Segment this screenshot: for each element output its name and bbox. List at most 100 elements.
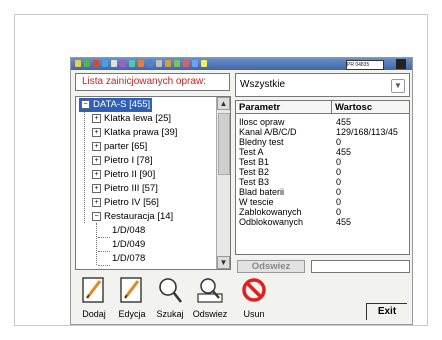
toolbar-icon[interactable] xyxy=(192,60,198,67)
table-row[interactable]: W tescie 0 xyxy=(236,197,409,207)
expand-icon[interactable]: + xyxy=(92,113,101,123)
toolbar-icon[interactable] xyxy=(102,60,108,67)
refresh-view-label: Odswiez xyxy=(192,309,228,319)
parameter-cell: Zablokowanych xyxy=(239,207,302,217)
keyboard-icon[interactable] xyxy=(396,59,406,69)
table-row[interactable]: Test B3 0 xyxy=(236,177,409,187)
status-field xyxy=(311,260,410,273)
tree-item[interactable]: + parter [65] xyxy=(92,140,147,154)
edit-label: Edycja xyxy=(118,309,146,319)
parameter-cell: Test B1 xyxy=(239,157,270,167)
scroll-thumb[interactable] xyxy=(218,113,230,175)
toolbar-icon[interactable] xyxy=(147,60,153,67)
delete-button[interactable]: Usun xyxy=(239,276,269,322)
scroll-down-icon[interactable]: ▼ xyxy=(217,256,230,269)
table-row[interactable]: Bledny test 0 xyxy=(236,137,409,147)
parameter-cell: Bledny test xyxy=(239,137,284,147)
tree-item[interactable]: + Pietro III [57] xyxy=(92,182,158,196)
tree-item-label: 1/D/049 xyxy=(112,239,146,250)
toolbar-icon[interactable] xyxy=(138,60,144,67)
expand-icon[interactable]: + xyxy=(92,197,101,207)
pencil-icon xyxy=(82,277,104,303)
table-row[interactable]: Test B1 0 xyxy=(236,157,409,167)
device-screen: PR 04835 Lista zainicjowanych opraw: − DA… xyxy=(70,57,413,325)
refresh-view-button[interactable]: Odswiez xyxy=(193,276,227,322)
toolbar-icon[interactable] xyxy=(120,60,126,67)
tree-item-label: 1/D/078 xyxy=(112,253,146,264)
toolbar-field[interactable]: PR 04835 xyxy=(346,60,384,70)
column-header-parametr[interactable]: Parametr xyxy=(236,101,332,114)
tree-item[interactable]: 1/D/048 xyxy=(112,224,145,238)
tree-item[interactable]: 1/D/078 xyxy=(112,252,145,266)
fixture-tree[interactable]: − DATA-S [455] + Klatka lewa [25] + Klatka pr… xyxy=(75,96,231,270)
tree-item[interactable]: − DATA-S [455] xyxy=(79,98,153,112)
value-cell: 0 xyxy=(336,207,342,217)
value-cell: 0 xyxy=(336,167,342,177)
value-cell: 129/168/113/45 xyxy=(336,127,398,137)
search-button[interactable]: Szukaj xyxy=(155,276,185,322)
list-label: Lista zainicjowanych opraw: xyxy=(75,73,230,91)
table-row[interactable]: Test A 455 xyxy=(236,147,409,157)
table-row[interactable]: Test B2 0 xyxy=(236,167,409,177)
table-row[interactable]: Odblokowanych 455 xyxy=(236,217,409,227)
expand-icon[interactable]: + xyxy=(92,169,101,179)
parameter-cell: Test B2 xyxy=(239,167,270,177)
tree-item[interactable]: + Pietro IV [56] xyxy=(92,196,159,210)
expand-icon[interactable]: + xyxy=(92,183,101,193)
value-cell: 455 xyxy=(336,117,352,127)
parameter-table: Parametr Wartosc Ilosc opraw 455 Kanal A/B… xyxy=(235,100,410,255)
photo-frame: PR 04835 Lista zainicjowanych opraw: − DA… xyxy=(14,14,428,326)
filter-select[interactable]: Wszystkie ▼ xyxy=(235,73,410,97)
parameter-cell: Test B3 xyxy=(239,177,270,187)
filter-value: Wszystkie xyxy=(240,79,285,90)
toolbar-icon[interactable] xyxy=(75,60,81,67)
exit-button[interactable]: Exit xyxy=(366,303,407,320)
table-row[interactable]: Zablokowanych 0 xyxy=(236,207,409,217)
toolbar-icon[interactable] xyxy=(183,60,189,67)
table-row[interactable]: Blad baterii 0 xyxy=(236,187,409,197)
scroll-up-icon[interactable]: ▲ xyxy=(217,97,230,110)
value-cell: 455 xyxy=(336,147,352,157)
toolbar-icon[interactable] xyxy=(129,60,135,67)
collapse-icon[interactable]: − xyxy=(92,211,101,221)
toolbar-icon[interactable] xyxy=(201,60,207,67)
toolbar-icon[interactable] xyxy=(84,60,90,67)
expand-icon[interactable]: + xyxy=(92,141,101,151)
tree-item[interactable]: 1/D/049 xyxy=(112,238,145,252)
tree-guide xyxy=(98,265,110,266)
no-sign-icon xyxy=(242,278,266,302)
parameter-cell: Kanal A/B/C/D xyxy=(239,127,297,137)
magnifier-screen-icon xyxy=(197,278,223,303)
add-button[interactable]: Dodaj xyxy=(79,276,109,322)
expand-icon[interactable]: + xyxy=(92,155,101,165)
tree-item[interactable]: − Restauracja [14] xyxy=(92,210,173,224)
magnifier-icon xyxy=(159,278,182,303)
column-header-wartosc[interactable]: Wartosc xyxy=(332,101,409,114)
tree-item-label: 1/D/048 xyxy=(112,225,146,236)
toolbar-icon[interactable] xyxy=(111,60,117,67)
tree-guide xyxy=(98,237,110,238)
tree-item[interactable]: + Pietro II [90] xyxy=(92,168,155,182)
toolbar-icon[interactable] xyxy=(174,60,180,67)
tree-item[interactable]: + Pietro I [78] xyxy=(92,154,153,168)
tree-scrollbar[interactable]: ▲ ▼ xyxy=(216,97,230,269)
chevron-down-icon[interactable]: ▼ xyxy=(391,79,405,93)
tree-item-label: Pietro III [57] xyxy=(104,183,158,194)
table-row[interactable]: Kanal A/B/C/D 129/168/113/45 xyxy=(236,127,409,137)
refresh-button[interactable]: Odswiez xyxy=(237,260,305,273)
search-label: Szukaj xyxy=(156,309,184,319)
tree-item[interactable]: + Klatka prawa [39] xyxy=(92,126,177,140)
value-cell: 455 xyxy=(336,217,352,227)
tree-item-label: Pietro I [78] xyxy=(104,155,153,166)
tree-guide xyxy=(98,251,110,252)
toolbar-icon[interactable] xyxy=(156,60,162,67)
value-cell: 0 xyxy=(336,197,342,207)
toolbar-icon[interactable] xyxy=(93,60,99,67)
toolbar-icon[interactable] xyxy=(165,60,171,67)
table-row[interactable]: Ilosc opraw 455 xyxy=(236,117,409,127)
collapse-icon[interactable]: − xyxy=(81,99,90,109)
tree-item[interactable]: + Klatka lewa [25] xyxy=(92,112,171,126)
parameter-cell: Odblokowanych xyxy=(239,217,304,227)
edit-button[interactable]: Edycja xyxy=(117,276,147,322)
expand-icon[interactable]: + xyxy=(92,127,101,137)
